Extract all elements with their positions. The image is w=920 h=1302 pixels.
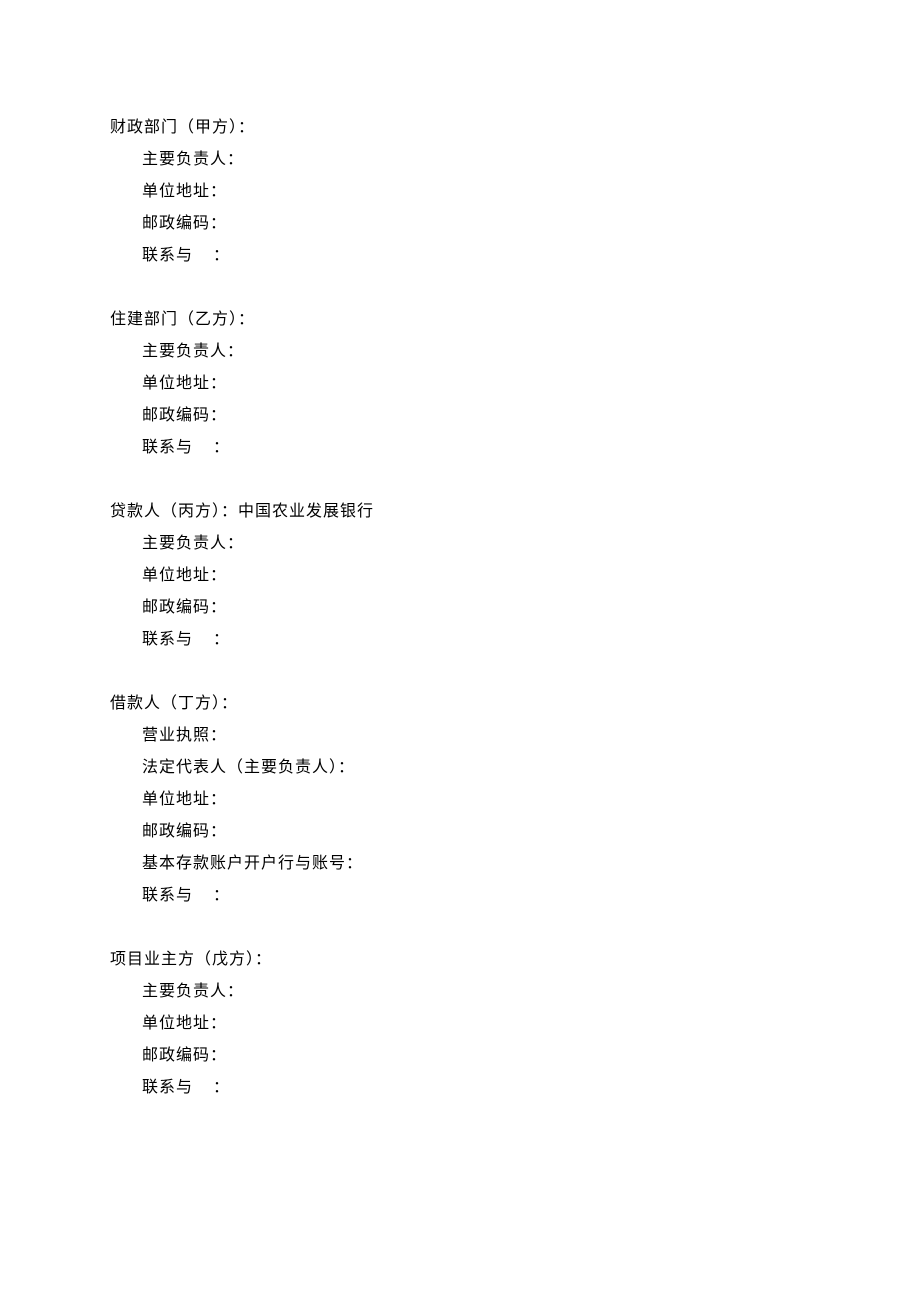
colon: ：: [210, 727, 227, 744]
field-label: 邮政编码: [142, 599, 210, 616]
party-c-block: 贷款人（丙方）：中国农业发展银行 主要负责人： 单位地址： 邮政编码： 联系与：: [110, 504, 810, 648]
party-d-postal: 邮政编码：: [110, 824, 810, 840]
party-a-header-text: 财政部门（甲方）: [110, 119, 238, 136]
field-label: 联系与: [142, 887, 193, 904]
party-a-postal: 邮政编码：: [110, 216, 810, 232]
field-label: 营业执照: [142, 727, 210, 744]
field-label: 单位地址: [142, 567, 210, 584]
party-a-contact: 联系与 ：: [110, 248, 810, 264]
party-c-contact: 联系与 ：: [110, 632, 810, 648]
colon: ：: [210, 215, 227, 232]
party-b-address: 单位地址：: [110, 376, 810, 392]
colon: ：: [221, 695, 238, 712]
party-d-header-text: 借款人（丁方）: [110, 695, 221, 712]
field-label: 单位地址: [142, 791, 210, 808]
party-a-block: 财政部门（甲方）： 主要负责人： 单位地址： 邮政编码： 联系与：: [110, 120, 810, 264]
colon: ：: [227, 983, 244, 1000]
field-label: 邮政编码: [142, 823, 210, 840]
party-d-contact: 联系与 ：: [110, 888, 810, 904]
party-a-address: 单位地址：: [110, 184, 810, 200]
field-label: 法定代表人（主要负责人）: [142, 759, 338, 776]
party-e-address: 单位地址：: [110, 1016, 810, 1032]
party-a-header: 财政部门（甲方）：: [110, 120, 810, 136]
party-a-responsible: 主要负责人：: [110, 152, 810, 168]
field-label: 单位地址: [142, 183, 210, 200]
party-d-legal: 法定代表人（主要负责人）：: [110, 760, 810, 776]
field-label: 主要负责人: [142, 151, 227, 168]
party-e-header-text: 项目业主方（戊方）: [110, 951, 255, 968]
party-d-license: 营业执照：: [110, 728, 810, 744]
field-label: 邮政编码: [142, 1047, 210, 1064]
field-label: 邮政编码: [142, 407, 210, 424]
colon: ：: [210, 375, 227, 392]
field-label: 邮政编码: [142, 215, 210, 232]
colon: ：: [227, 343, 244, 360]
party-d-bank: 基本存款账户开户行与账号：: [110, 856, 810, 872]
field-colon: ：: [213, 631, 230, 648]
colon: ：: [210, 1015, 227, 1032]
party-b-contact: 联系与 ：: [110, 440, 810, 456]
colon: ：: [346, 855, 363, 872]
party-c-header-text: 贷款人（丙方）：中国农业发展银行: [110, 503, 374, 520]
field-label: 基本存款账户开户行与账号: [142, 855, 346, 872]
colon: ：: [210, 791, 227, 808]
field-colon: ：: [213, 247, 230, 264]
colon: ：: [210, 183, 227, 200]
party-d-address: 单位地址：: [110, 792, 810, 808]
field-colon: ：: [213, 439, 230, 456]
party-e-contact: 联系与 ：: [110, 1080, 810, 1096]
field-label: 单位地址: [142, 375, 210, 392]
colon: ：: [210, 407, 227, 424]
colon: ：: [210, 599, 227, 616]
party-e-postal: 邮政编码：: [110, 1048, 810, 1064]
party-c-postal: 邮政编码：: [110, 600, 810, 616]
colon: ：: [238, 119, 255, 136]
colon: ：: [227, 535, 244, 552]
party-c-responsible: 主要负责人：: [110, 536, 810, 552]
party-b-postal: 邮政编码：: [110, 408, 810, 424]
party-b-header: 住建部门（乙方）：: [110, 312, 810, 328]
party-d-block: 借款人（丁方）： 营业执照： 法定代表人（主要负责人）： 单位地址： 邮政编码：…: [110, 696, 810, 904]
party-b-responsible: 主要负责人：: [110, 344, 810, 360]
field-colon: ：: [213, 887, 230, 904]
colon: ：: [210, 823, 227, 840]
party-b-header-text: 住建部门（乙方）: [110, 311, 238, 328]
field-label: 单位地址: [142, 1015, 210, 1032]
party-e-header: 项目业主方（戊方）：: [110, 952, 810, 968]
colon: ：: [210, 1047, 227, 1064]
field-label: 联系与: [142, 247, 193, 264]
field-label: 联系与: [142, 1079, 193, 1096]
colon: ：: [238, 311, 255, 328]
colon: ：: [338, 759, 355, 776]
field-label: 主要负责人: [142, 343, 227, 360]
party-b-block: 住建部门（乙方）： 主要负责人： 单位地址： 邮政编码： 联系与：: [110, 312, 810, 456]
party-c-header: 贷款人（丙方）：中国农业发展银行: [110, 504, 810, 520]
field-label: 联系与: [142, 631, 193, 648]
colon: ：: [227, 151, 244, 168]
field-colon: ：: [213, 1079, 230, 1096]
field-label: 主要负责人: [142, 983, 227, 1000]
field-label: 主要负责人: [142, 535, 227, 552]
document-page: 财政部门（甲方）： 主要负责人： 单位地址： 邮政编码： 联系与： 住建部门（乙…: [0, 0, 920, 1096]
colon: ：: [210, 567, 227, 584]
party-d-header: 借款人（丁方）：: [110, 696, 810, 712]
party-e-block: 项目业主方（戊方）： 主要负责人： 单位地址： 邮政编码： 联系与：: [110, 952, 810, 1096]
field-label: 联系与: [142, 439, 193, 456]
party-c-address: 单位地址：: [110, 568, 810, 584]
colon: ：: [255, 951, 272, 968]
party-e-responsible: 主要负责人：: [110, 984, 810, 1000]
